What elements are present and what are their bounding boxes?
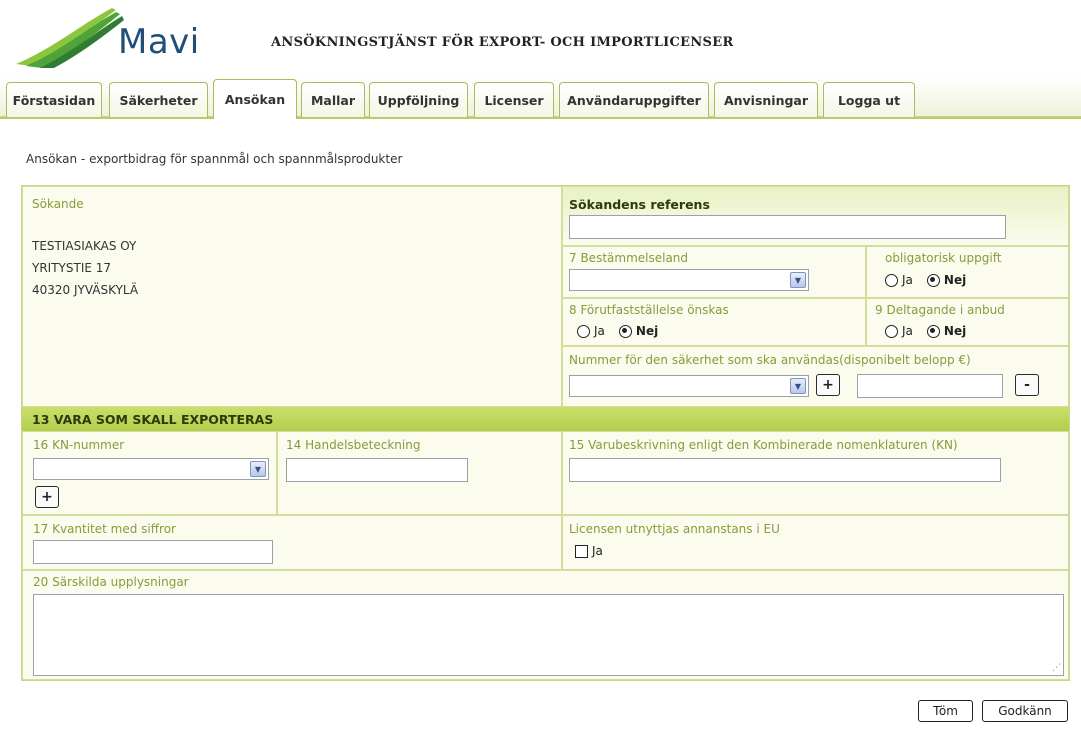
description-section: 15 Varubeskrivning enligt den Kombinerad… [562,431,1069,515]
trade-name-label: 14 Handelsbeteckning [286,438,421,452]
eu-use-checkbox[interactable] [575,544,588,558]
eu-use-label: Licensen utnyttjas annanstans i EU [569,522,780,536]
clear-button[interactable]: Töm [918,700,973,722]
reference-section: Sökandens referens [562,186,1069,246]
mandatory-label: obligatorisk uppgift [885,251,1002,265]
advance-fixing-no-label: Nej [635,324,659,338]
remove-security-button[interactable]: - [1015,374,1039,396]
trade-name-section: 14 Handelsbeteckning [277,431,562,515]
security-select[interactable]: ▼ [569,375,809,397]
advance-fixing-label: 8 Förutfastställelse önskas [569,303,729,317]
quantity-section: 17 Kvantitet med siffror [22,515,562,570]
mandatory-yes-radio[interactable] [885,273,898,287]
tab-forstasidan[interactable]: Förstasidan [6,82,102,118]
mandatory-yes-label: Ja [902,273,913,287]
tender-options: Ja Nej [885,324,966,338]
tab-anvandaruppgifter[interactable]: Användaruppgifter [559,82,709,118]
applicant-section: Sökande TESTIASIAKAS OY YRITYSTIE 17 403… [22,186,562,407]
destination-section: 7 Bestämmelseland ▼ [562,246,866,298]
advance-fixing-options: Ja Nej [577,324,658,338]
quantity-label: 17 Kvantitet med siffror [33,522,176,536]
mandatory-no-radio[interactable] [926,273,940,287]
tab-sakerheter[interactable]: Säkerheter [109,82,208,118]
applicant-street: YRITYSTIE 17 [32,261,112,275]
tender-no-radio[interactable] [926,324,940,338]
resize-grip-icon[interactable]: ⋰ [1052,663,1061,673]
section-13-header: 13 VARA SOM SKALL EXPORTERAS [22,407,1069,431]
section-13-title: 13 VARA SOM SKALL EXPORTERAS [32,412,274,427]
header: Mavi ANSÖKNINGSTJÄNST FÖR EXPORT- OCH IM… [0,0,1081,76]
page-heading: Ansökan - exportbidrag för spannmål och … [26,152,403,166]
advance-fixing-yes-label: Ja [594,324,605,338]
advance-fixing-yes-radio[interactable] [577,324,590,338]
advance-fixing-section: 8 Förutfastställelse önskas Ja Nej [562,298,866,346]
reference-label: Sökandens referens [569,197,710,212]
tab-anvisningar[interactable]: Anvisningar [714,82,818,118]
app-title: ANSÖKNINGSTJÄNST FÖR EXPORT- OCH IMPORTL… [271,35,734,50]
kn-label: 16 KN-nummer [33,438,125,452]
trade-name-input[interactable] [286,458,468,482]
special-info-section: 20 Särskilda upplysningar ⋰ [22,570,1069,680]
description-input[interactable] [569,458,1001,482]
applicant-name: TESTIASIAKAS OY [32,239,137,253]
tender-label: 9 Deltagande i anbud [875,303,1005,317]
tab-ansokan[interactable]: Ansökan [213,79,297,119]
chevron-down-icon[interactable]: ▼ [790,272,806,288]
mandatory-no-label: Nej [943,273,967,287]
approve-button[interactable]: Godkänn [982,700,1068,722]
tabbar-divider [0,117,1081,119]
advance-fixing-no-radio[interactable] [618,324,632,338]
security-label: Nummer för den säkerhet som ska användas… [569,353,971,367]
tab-uppfoljning[interactable]: Uppföljning [369,82,468,118]
eu-use-section: Licensen utnyttjas annanstans i EU Ja [562,515,1069,570]
destination-label: 7 Bestämmelseland [569,251,689,265]
tender-yes-label: Ja [902,324,913,338]
description-label: 15 Varubeskrivning enligt den Kombinerad… [569,438,958,452]
applicant-label: Sökande [32,197,84,211]
applicant-city: 40320 JYVÄSKYLÄ [32,283,139,297]
tender-no-label: Nej [943,324,967,338]
quantity-input[interactable] [33,540,273,564]
tab-licenser[interactable]: Licenser [474,82,554,118]
kn-section: 16 KN-nummer ▼ + [22,431,277,515]
logo-text: Mavi [118,22,200,62]
security-amount-input[interactable] [857,374,1003,398]
chevron-down-icon[interactable]: ▼ [250,461,266,477]
kn-select[interactable]: ▼ [33,458,269,480]
reference-input[interactable] [569,215,1006,239]
tender-yes-radio[interactable] [885,324,898,338]
destination-select[interactable]: ▼ [569,269,809,291]
add-security-button[interactable]: + [816,374,840,396]
tender-section: 9 Deltagande i anbud Ja Nej [866,298,1069,346]
tab-logga-ut[interactable]: Logga ut [823,82,915,118]
add-kn-button[interactable]: + [35,486,59,508]
tab-mallar[interactable]: Mallar [301,82,365,118]
mandatory-options: Ja Nej [885,273,966,287]
eu-use-checkbox-label: Ja [592,544,603,558]
mandatory-section: obligatorisk uppgift Ja Nej [866,246,1069,298]
chevron-down-icon[interactable]: ▼ [790,378,806,394]
main-navigation: Förstasidan Säkerheter Ansökan Mallar Up… [0,76,1081,120]
security-section: Nummer för den säkerhet som ska användas… [562,346,1069,407]
application-form: Sökande TESTIASIAKAS OY YRITYSTIE 17 403… [21,185,1070,681]
eu-use-option: Ja [575,544,603,558]
special-info-textarea[interactable]: ⋰ [33,594,1064,676]
special-info-label: 20 Särskilda upplysningar [33,575,189,589]
